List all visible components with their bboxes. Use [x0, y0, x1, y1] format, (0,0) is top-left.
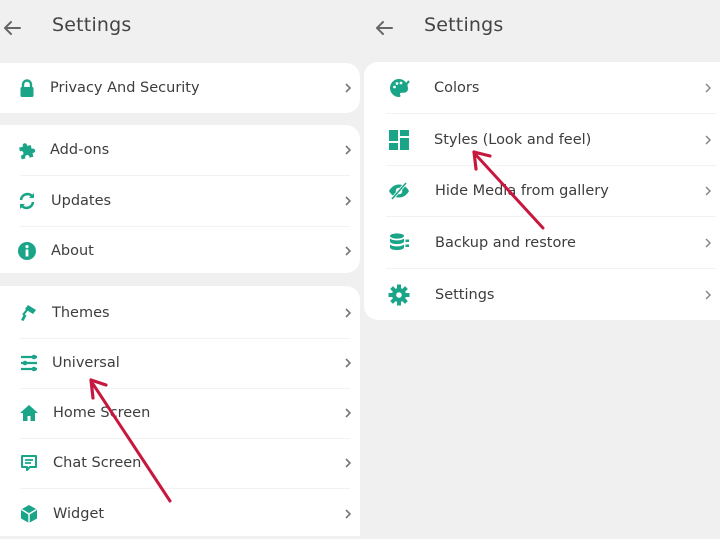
menu-item-colors[interactable]: Colors: [364, 63, 720, 113]
left-settings-screen: Settings Privacy And Security Add-ons Up…: [0, 0, 362, 536]
menu-item-updates[interactable]: Updates: [0, 176, 360, 226]
back-arrow-icon[interactable]: [372, 14, 400, 42]
chevron-right-icon: [345, 246, 352, 256]
menu-item-universal[interactable]: Universal: [0, 338, 360, 388]
right-settings-screen: Settings Colors Styles (Look and feel) H…: [362, 0, 720, 520]
menu-item-label: Settings: [435, 287, 495, 303]
chevron-right-icon: [345, 408, 352, 418]
menu-item-styles[interactable]: Styles (Look and feel): [364, 115, 720, 165]
chevron-right-icon: [705, 290, 712, 300]
menu-item-label: Updates: [51, 193, 112, 209]
chat-icon: [18, 452, 40, 474]
menu-item-widget[interactable]: Widget: [0, 489, 360, 539]
menu-item-label: Themes: [52, 305, 110, 321]
chevron-right-icon: [345, 196, 352, 206]
gear-icon: [388, 284, 410, 306]
settings-list: Colors Styles (Look and feel) Hide Media…: [364, 62, 720, 320]
menu-item-chat-screen[interactable]: Chat Screen: [0, 438, 360, 488]
eye-slash-icon: [388, 180, 410, 202]
chevron-right-icon: [345, 358, 352, 368]
refresh-icon: [16, 190, 38, 212]
menu-item-hide-media[interactable]: Hide Media from gallery: [364, 166, 720, 216]
chevron-right-icon: [705, 83, 712, 93]
menu-item-add-ons[interactable]: Add-ons: [0, 125, 360, 175]
database-icon: [388, 232, 410, 254]
puzzle-icon: [16, 139, 38, 161]
menu-item-themes[interactable]: Themes: [0, 288, 360, 338]
home-icon: [18, 402, 40, 424]
settings-group-1: Privacy And Security: [0, 63, 360, 113]
paint-roller-icon: [18, 302, 40, 324]
menu-item-about[interactable]: About: [0, 226, 360, 276]
lock-icon: [16, 77, 38, 99]
menu-item-label: Privacy And Security: [50, 80, 200, 96]
top-bar: Settings: [0, 0, 362, 56]
menu-item-settings[interactable]: Settings: [364, 270, 720, 320]
chevron-right-icon: [705, 186, 712, 196]
palette-icon: [388, 77, 410, 99]
divider: [386, 113, 716, 114]
menu-item-label: Backup and restore: [435, 235, 576, 251]
menu-item-label: Colors: [434, 80, 480, 96]
menu-item-privacy-and-security[interactable]: Privacy And Security: [0, 63, 360, 113]
chevron-right-icon: [705, 135, 712, 145]
settings-group-3: Themes Universal Home Screen Chat Screen: [0, 286, 360, 536]
chevron-right-icon: [345, 83, 352, 93]
dashboard-icon: [388, 129, 410, 151]
divider: [386, 268, 716, 269]
menu-item-label: Hide Media from gallery: [435, 183, 609, 199]
menu-item-label: About: [51, 243, 94, 259]
chevron-right-icon: [345, 145, 352, 155]
divider: [386, 216, 716, 217]
chevron-right-icon: [345, 458, 352, 468]
cube-icon: [18, 503, 40, 525]
top-bar: Settings: [362, 0, 720, 56]
settings-group-2: Add-ons Updates About: [0, 125, 360, 273]
menu-item-label: Chat Screen: [53, 455, 142, 471]
info-icon: [16, 240, 38, 262]
chevron-right-icon: [705, 238, 712, 248]
page-title: Settings: [424, 14, 504, 36]
menu-item-label: Universal: [52, 355, 120, 371]
menu-item-home-screen[interactable]: Home Screen: [0, 388, 360, 438]
menu-item-label: Add-ons: [50, 142, 110, 158]
sliders-icon: [18, 352, 40, 374]
page-title: Settings: [52, 14, 132, 36]
back-arrow-icon[interactable]: [0, 14, 28, 42]
chevron-right-icon: [345, 308, 352, 318]
chevron-right-icon: [345, 509, 352, 519]
menu-item-label: Styles (Look and feel): [434, 132, 592, 148]
menu-item-backup-and-restore[interactable]: Backup and restore: [364, 218, 720, 268]
menu-item-label: Home Screen: [53, 405, 151, 421]
